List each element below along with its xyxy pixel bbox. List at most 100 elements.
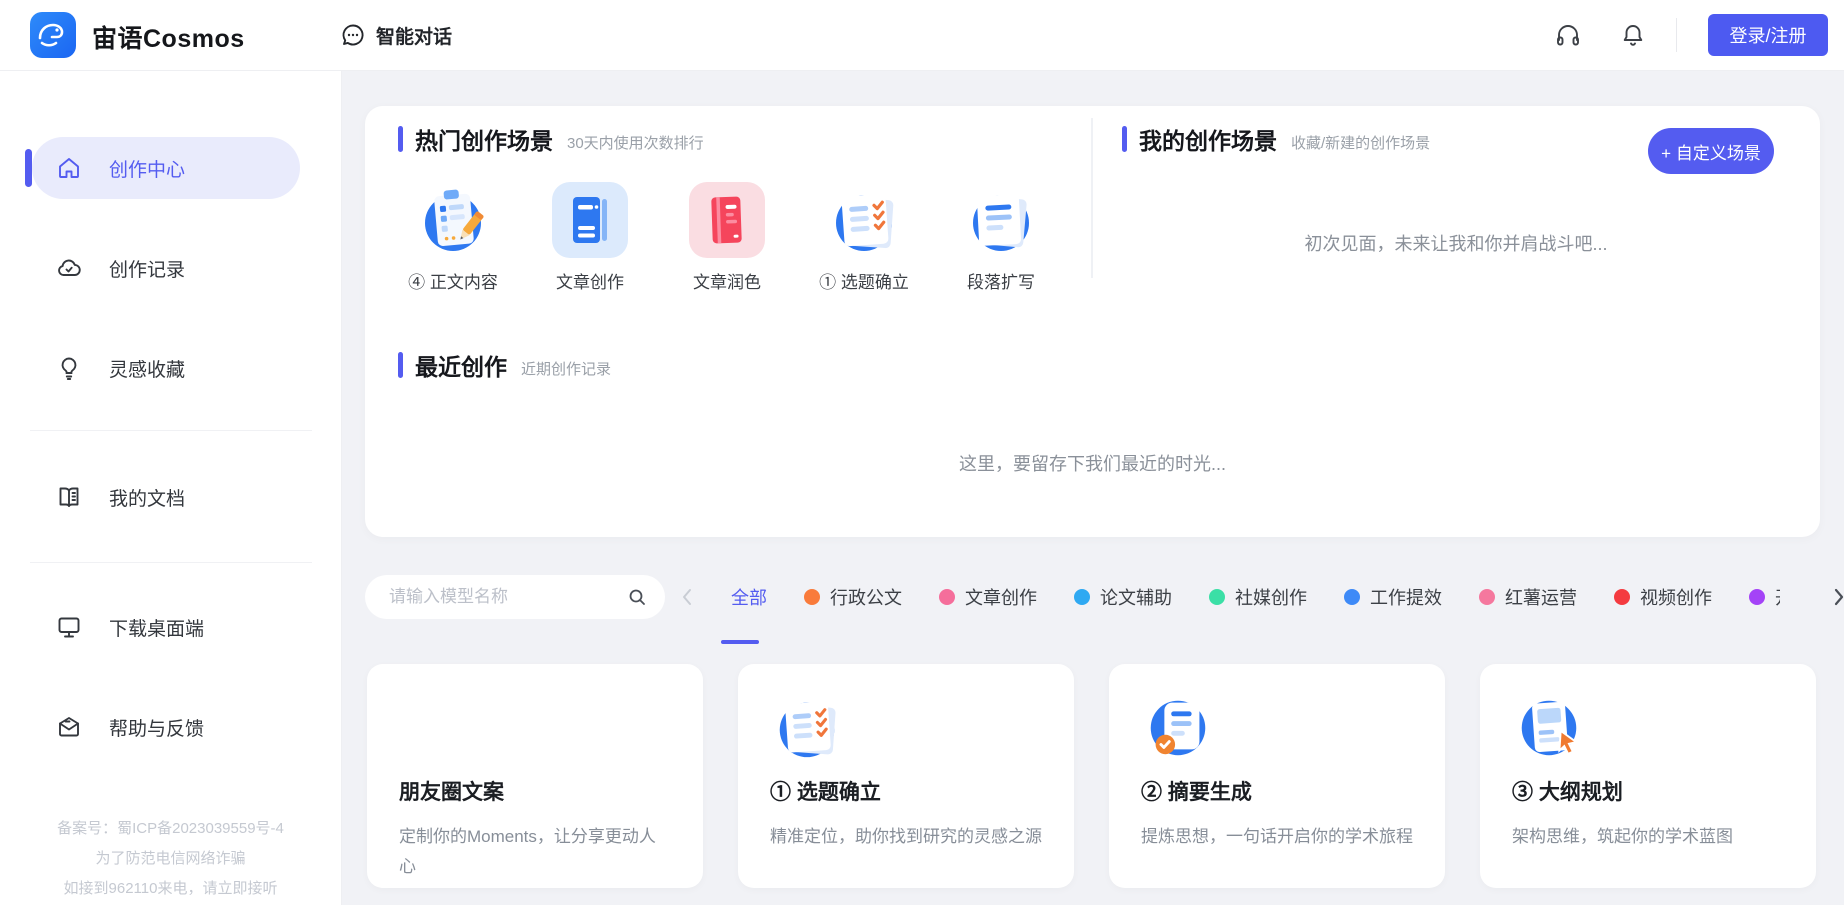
my-scenes-empty-text: 初次见面，未来让我和你并肩战斗吧... [1091,230,1821,256]
sidebar-item-inspiration-favorites[interactable]: 灵感收藏 [32,337,300,399]
blue-book-icon [552,182,628,258]
category-dot [1074,589,1090,605]
category-dot [1749,589,1765,605]
card-moments-copy[interactable]: 朋友圈文案 定制你的Moments，让分享更动人心 [367,664,703,888]
hot-item-article-polish[interactable]: 文章润色 [667,182,787,293]
tab-social-media[interactable]: 社媒创作 [1209,584,1307,610]
category-dot [804,589,820,605]
category-dot [1209,589,1225,605]
sidebar-item-label: 创作记录 [109,255,185,282]
card-outline-plan[interactable]: ③ 大纲规划 架构思维，筑起你的学术蓝图 [1480,664,1816,888]
tab-thesis-assist[interactable]: 论文辅助 [1074,584,1172,610]
card-abstract-generate[interactable]: ② 摘要生成 提炼思想，一句话开启你的学术旅程 [1109,664,1445,888]
sidebar-item-label: 帮助与反馈 [109,714,204,741]
recent-empty-text: 这里，要留存下我们最近的时光... [365,450,1820,476]
category-dot [1344,589,1360,605]
tab-all[interactable]: 全部 [731,584,767,610]
my-scenes-subtitle: 收藏/新建的创作场景 [1291,132,1430,153]
scenes-panel: 热门创作场景 30天内使用次数排行 [365,106,1820,537]
category-dot [1479,589,1495,605]
sidebar-item-creation-records[interactable]: 创作记录 [32,237,300,299]
tab-video-creation[interactable]: 视频创作 [1614,584,1712,610]
card-title: ① 选题确立 [770,776,1042,806]
accent-bar [398,126,403,152]
tab-work-efficiency[interactable]: 工作提效 [1344,584,1442,610]
tab-label: 行政公文 [830,584,902,610]
active-tab-underline [721,640,759,644]
card-title: 朋友圈文案 [399,776,671,806]
icp-footer: 备案号：蜀ICP备2023039559号-4 为了防范电信网络诈骗 如接到962… [0,814,341,904]
nav-smart-chat[interactable]: 智能对话 [340,0,452,70]
hot-item-label: 段落扩写 [967,268,1035,293]
hot-item-paragraph-expand[interactable]: 段落扩写 [941,182,1061,293]
sidebar-divider [30,562,312,563]
my-scenes-title: 我的创作场景 [1139,122,1277,156]
hot-scenes-title: 热门创作场景 [415,122,553,156]
model-cards-row: 朋友圈文案 定制你的Moments，让分享更动人心 ① 选题确立 [367,664,1816,888]
sidebar-divider [30,430,312,431]
tab-label: 工作提效 [1370,584,1442,610]
home-icon [56,155,82,181]
tab-article-writing[interactable]: 文章创作 [939,584,1037,610]
accent-bar [1122,126,1127,152]
tab-label: 开题报告 [1775,584,1780,610]
tab-label: 社媒创作 [1235,584,1307,610]
recent-title: 最近创作 [415,348,507,382]
tab-label: 论文辅助 [1100,584,1172,610]
monitor-icon [56,614,82,640]
model-search-box [365,575,665,619]
tab-admin-docs[interactable]: 行政公文 [804,584,902,610]
card-description: 定制你的Moments，让分享更动人心 [399,822,671,882]
app-logo-icon[interactable] [30,12,76,58]
headphones-icon[interactable] [1554,21,1582,49]
hot-scenes-row: ④ 正文内容 文章创作 [393,182,1061,293]
moments-icon [399,690,473,764]
bulb-icon [56,355,82,381]
category-dot [939,589,955,605]
chat-bubble-icon [340,22,366,48]
sidebar-item-label: 灵感收藏 [109,355,185,382]
sidebar-item-label: 下载桌面端 [109,614,204,641]
sidebar-item-creation-center[interactable]: 创作中心 [32,137,300,199]
icp-line: 如接到962110来电，请立即接听 [0,874,341,904]
hot-item-main-text[interactable]: ④ 正文内容 [393,182,513,293]
sidebar-item-download-desktop[interactable]: 下载桌面端 [32,596,300,658]
custom-scene-button[interactable]: + 自定义场景 [1648,128,1774,174]
sidebar: 创作中心 创作记录 灵感收藏 我的文档 [0,70,342,905]
sidebar-item-my-documents[interactable]: 我的文档 [32,466,300,528]
main-content: 热门创作场景 30天内使用次数排行 [342,70,1844,905]
hot-item-article-create[interactable]: 文章创作 [530,182,650,293]
documents-icon [56,484,82,510]
paragraph-icon [963,182,1039,258]
search-icon[interactable] [627,587,647,607]
card-description: 提炼思想，一句话开启你的学术旅程 [1141,822,1413,852]
tab-clipped[interactable]: 开题报告 [1749,584,1780,610]
tab-label: 全部 [731,584,767,610]
cloud-check-icon [56,255,82,281]
header-divider [1676,18,1677,52]
category-dot [1614,589,1630,605]
checklist-icon [770,690,844,764]
chevron-right-icon[interactable] [1790,575,1844,619]
chevron-left-icon[interactable] [680,587,694,607]
sidebar-item-help-feedback[interactable]: 帮助与反馈 [32,696,300,758]
accent-bar [398,352,403,378]
icp-line: 备案号：蜀ICP备2023039559号-4 [0,814,341,844]
login-register-button[interactable]: 登录/注册 [1708,14,1828,56]
notification-bell-icon[interactable] [1620,22,1646,48]
hot-item-label: 文章润色 [693,268,761,293]
summary-check-icon [1141,690,1215,764]
outline-cursor-icon [1512,690,1586,764]
hot-item-topic-select[interactable]: ① 选题确立 [804,182,924,293]
top-header: 宙语Cosmos 智能对话 登录/注册 [0,0,1844,71]
card-description: 架构思维，筑起你的学术蓝图 [1512,822,1784,852]
tab-hongshu-ops[interactable]: 红薯运营 [1479,584,1577,610]
brand-title[interactable]: 宙语Cosmos [92,19,245,55]
card-topic-select[interactable]: ① 选题确立 精准定位，助你找到研究的灵感之源 [738,664,1074,888]
hot-item-label: ① 选题确立 [819,268,909,293]
hot-item-label: ④ 正文内容 [408,268,498,293]
sidebar-item-label: 创作中心 [109,155,185,182]
search-input[interactable] [387,586,627,608]
tab-label: 视频创作 [1640,584,1712,610]
hot-scenes-header: 热门创作场景 30天内使用次数排行 [398,122,704,156]
